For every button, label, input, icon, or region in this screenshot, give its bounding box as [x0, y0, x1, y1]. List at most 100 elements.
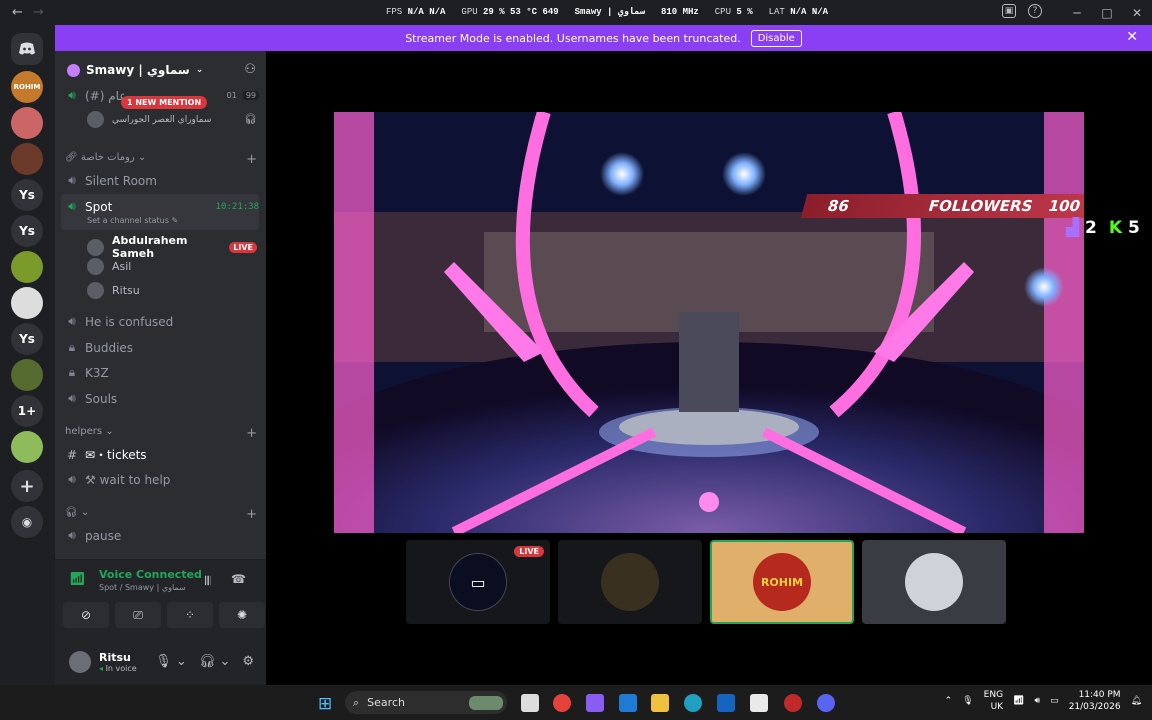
followers-goal: 100 [1046, 197, 1083, 215]
forward-arrow-icon[interactable]: → [33, 5, 44, 20]
windows-start-icon[interactable]: ⊞ [318, 694, 332, 714]
soundboard-button[interactable]: ✺ [219, 602, 265, 628]
speaker-icon: 🔊︎ [68, 528, 76, 542]
stream-video[interactable]: 86 FOLLOWERS 100 [334, 112, 1084, 533]
channel-spot[interactable]: 🔊︎ Spot 10:21:38 [65, 199, 259, 214]
taskbar-search[interactable]: ⌕ Search [345, 691, 507, 714]
channel-sidebar: Smawy | سماوي ⌄ ⚇ 🔊︎ (#) عام 01 99 1 NEW… [55, 51, 266, 685]
voice-timer: 10:21:38 [215, 201, 259, 212]
minimize-button[interactable]: ─ [1062, 6, 1092, 20]
inbox-icon[interactable]: ▣ [1002, 4, 1016, 18]
add-channel-icon[interactable]: + [246, 426, 257, 441]
chrome-icon[interactable] [553, 694, 571, 712]
channel-wait-to-help[interactable]: 🔊︎ ⚒ wait to help [65, 472, 259, 487]
voice-user[interactable]: سماوراي العصر الجوراسي 🎧︎ [87, 111, 257, 128]
lock-icon: 🔒︎ [68, 365, 76, 379]
voice-user[interactable]: Asil [87, 258, 257, 275]
participant-tile-speaking[interactable]: ROHIM [710, 540, 854, 624]
new-mention-badge[interactable]: 1 NEW MENTION [121, 96, 208, 109]
channel-tickets[interactable]: # ✉・tickets [65, 446, 259, 463]
channel-souls[interactable]: 🔊︎ Souls [65, 391, 259, 406]
add-channel-icon[interactable]: + [246, 507, 257, 522]
back-arrow-icon[interactable]: ← [12, 5, 23, 20]
task-view-icon[interactable] [521, 694, 539, 712]
server-icon[interactable] [11, 287, 43, 319]
discord-home-icon[interactable] [11, 33, 43, 65]
twitch-count: 2 [1085, 218, 1097, 238]
activities-button[interactable]: ⁘ [167, 602, 213, 628]
category-private[interactable]: 🔗︎ رومات خاصة ⌄ + [65, 152, 257, 167]
channel-limit: 99 [242, 91, 259, 100]
participant-tile[interactable]: LIVE ▭ [406, 540, 550, 624]
disconnect-icon[interactable]: ☎ [231, 572, 246, 586]
channel-label: Buddies [85, 340, 134, 355]
explore-servers-icon[interactable]: ◉ [11, 506, 43, 538]
microphone-icon[interactable]: 🎙︎ ⌄ [155, 654, 187, 669]
user-name: Abdulrahem Sameh [112, 234, 188, 260]
language-indicator[interactable]: ENG UK [984, 689, 1003, 713]
voice-location[interactable]: Spot / Smawy | سماوي [99, 583, 186, 592]
server-icon[interactable] [11, 251, 43, 283]
outlook-icon[interactable] [717, 694, 735, 712]
server-icon[interactable] [11, 107, 43, 139]
add-channel-icon[interactable]: + [246, 152, 257, 167]
voice-user[interactable]: Ritsu [87, 282, 257, 299]
store-icon[interactable] [750, 694, 768, 712]
battery-icon[interactable]: ▭ [1050, 696, 1059, 706]
server-icon[interactable]: ROHIM [11, 71, 43, 103]
chevron-up-icon[interactable]: ⌃ [945, 696, 953, 706]
server-icon[interactable]: Ys [11, 179, 43, 211]
channel-silent-room[interactable]: 🔊︎ Silent Room [65, 173, 259, 188]
invite-people-icon[interactable]: ⚇ [244, 62, 256, 77]
app-icon[interactable] [784, 694, 802, 712]
channel-confused[interactable]: 🔊︎ He is confused [65, 314, 259, 329]
server-icon[interactable]: 1+ [11, 395, 43, 427]
category-audio[interactable]: 🎧︎ ⌄ + [65, 507, 257, 522]
add-server-icon[interactable]: + [11, 470, 43, 502]
maximize-button[interactable]: □ [1092, 6, 1122, 20]
screen-share-button[interactable]: ⎚ [115, 602, 161, 628]
participant-tile[interactable] [558, 540, 702, 624]
server-header[interactable]: Smawy | سماوي ⌄ ⚇ [55, 51, 266, 89]
microphone-tray-icon[interactable]: 🎙︎ [962, 696, 973, 706]
notification-icon[interactable]: 🔔︎ [1131, 696, 1142, 706]
fps-value: N/A [407, 7, 424, 17]
account-panel[interactable]: Ritsu ◂ In voice 🎙︎ ⌄ 🎧︎ ⌄ ⚙ [55, 638, 266, 686]
copilot-icon[interactable] [586, 694, 604, 712]
participant-tile[interactable] [862, 540, 1006, 624]
volume-icon[interactable]: 🔊︎ [1035, 696, 1041, 706]
channel-status[interactable]: Set a channel status ✎ [87, 216, 178, 225]
server-icon[interactable] [11, 431, 43, 463]
edge-icon[interactable] [684, 694, 702, 712]
close-window-button[interactable]: ✕ [1122, 6, 1152, 20]
server-list: ROHIM Ys Ys Ys 1+ + ◉ [0, 25, 55, 685]
channel-k3z[interactable]: 🔒︎ K3Z [65, 365, 259, 380]
disable-streamer-button[interactable]: Disable [750, 29, 802, 47]
help-icon[interactable]: ? [1028, 4, 1042, 18]
server-icon[interactable]: Ys [11, 215, 43, 247]
server-icon[interactable] [11, 143, 43, 175]
discord-taskbar-icon[interactable] [817, 694, 835, 712]
noise-suppression-icon[interactable]: 𝄃𝄃 [205, 574, 210, 589]
headphones-icon[interactable]: 🎧︎ ⌄ [199, 654, 231, 669]
file-explorer-icon[interactable] [651, 694, 669, 712]
server-icon[interactable]: Ys [11, 323, 43, 355]
server-name: Smawy | سماوي [86, 63, 190, 77]
wifi-icon[interactable]: 📶︎ [1013, 696, 1024, 706]
server-icon[interactable] [11, 359, 43, 391]
channel-pause[interactable]: 🔊︎ pause [65, 528, 259, 543]
speaker-icon: 🔊︎ [68, 314, 76, 328]
followers-count: 86 [825, 197, 852, 215]
voice-connected-label[interactable]: Voice Connected [99, 568, 202, 581]
gear-icon[interactable]: ⚙ [242, 654, 254, 669]
voice-user[interactable]: Abdulrahem Sameh LIVE [87, 234, 257, 260]
speaker-icon: 🔊︎ [68, 173, 76, 187]
vscode-icon[interactable] [619, 694, 637, 712]
close-banner-icon[interactable]: ✕ [1126, 29, 1138, 45]
channel-label: Souls [85, 391, 118, 406]
channel-buddies[interactable]: 🔒︎ Buddies [65, 340, 259, 355]
camera-off-button[interactable]: ⊘ [63, 602, 109, 628]
gpu-label: GPU [461, 7, 478, 17]
clock[interactable]: 11:40 PM 21/03/2026 [1069, 689, 1121, 713]
category-helpers[interactable]: helpers ⌄ + [65, 426, 257, 441]
